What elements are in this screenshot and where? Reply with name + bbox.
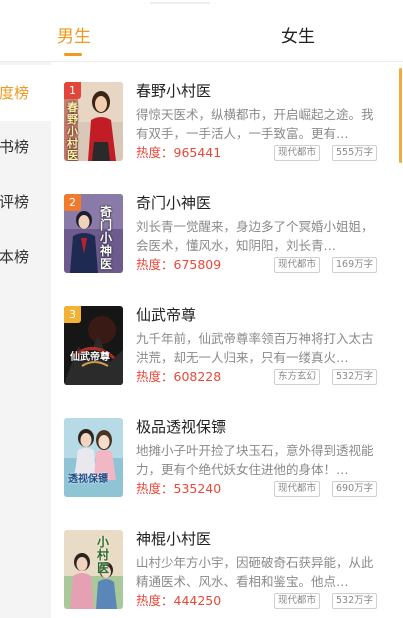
cover-title-text: 透视保镖 xyxy=(68,474,108,485)
cover-title-text: 春野小村医 xyxy=(67,101,78,162)
book-description: 九千年前，仙武帝尊率领百万神将打入太古洪荒，却无一人归来，只有一缕真火… xyxy=(136,331,374,365)
book-cover: 小村医 xyxy=(64,530,123,609)
word-count-tag: 532万字 xyxy=(332,593,378,609)
book-cover: 3 仙武帝尊 xyxy=(64,306,123,385)
genre-tag: 现代都市 xyxy=(274,481,321,497)
sidebar-item-label: 本榜 xyxy=(0,248,29,266)
book-ranking-page: 男生 女生 度榜 书榜 评榜 本榜 1 春野小村医 春野小村医 得惊天医术，纵横… xyxy=(0,0,403,618)
book-description: 得惊天医术，纵横都市，开启崛起之途。我有双手，一手活人，一手致富。更有… xyxy=(136,107,374,141)
book-heat: 热度：965441 xyxy=(136,145,222,160)
book-list-item[interactable]: 2 奇门小神医 奇门小神医 刘长青一觉醒来，身边多了个冥婚小姐姐，会医术，懂风水… xyxy=(51,194,401,309)
word-count-tag: 690万字 xyxy=(332,481,378,497)
book-list-item[interactable]: 透视保镖 极品透视保镖 地摊小子叶开捡了块玉石，意外得到透视能力，更有个绝代妖女… xyxy=(51,418,401,533)
cover-title-text: 奇门小神医 xyxy=(100,205,113,271)
book-description: 地摊小子叶开捡了块玉石，意外得到透视能力，更有个绝代妖女住进他的身体！… xyxy=(136,443,374,477)
word-count-tag: 555万字 xyxy=(332,145,378,161)
book-description: 刘长青一觉醒来，身边多了个冥婚小姐姐，会医术，懂风水，知阴阳，刘长青… xyxy=(136,219,374,253)
cover-title-text: 仙武帝尊 xyxy=(70,352,110,363)
tabs-divider xyxy=(0,61,403,62)
book-list-item[interactable]: 1 春野小村医 春野小村医 得惊天医术，纵横都市，开启崛起之途。我有双手，一手活… xyxy=(51,82,401,197)
sidebar-item-label: 度榜 xyxy=(0,84,29,102)
tab-male[interactable]: 男生 xyxy=(57,26,91,56)
word-count-tag: 532万字 xyxy=(332,369,378,385)
genre-tag: 现代都市 xyxy=(274,257,321,273)
book-list-item[interactable]: 3 仙武帝尊 仙武帝尊 九千年前，仙武帝尊率领百万神将打入太古洪荒，却无一人归来… xyxy=(51,306,401,421)
word-count-tag: 169万字 xyxy=(332,257,378,273)
book-cover: 1 春野小村医 xyxy=(64,82,123,161)
book-heat: 热度：608228 xyxy=(136,369,222,384)
ranking-category-sidebar: 度榜 书榜 评榜 本榜 xyxy=(0,62,51,618)
book-title: 神棍小村医 xyxy=(136,530,212,548)
sidebar-item-completed[interactable]: 本榜 xyxy=(0,229,51,285)
book-description: 山村少年方小宇，因砸破奇石获异能，从此精通医术、风水、看相和鉴宝。他点… xyxy=(136,555,374,589)
book-list-item[interactable]: 小村医 神棍小村医 山村少年方小宇，因砸破奇石获异能，从此精通医术、风水、看相和… xyxy=(51,530,401,618)
rank-badge: 3 xyxy=(64,306,81,323)
sidebar-item-rating[interactable]: 评榜 xyxy=(0,174,51,230)
book-heat: 热度：535240 xyxy=(136,481,222,496)
book-cover: 2 奇门小神医 xyxy=(64,194,123,273)
book-cover: 透视保镖 xyxy=(64,418,123,497)
book-title: 仙武帝尊 xyxy=(136,306,197,324)
book-heat: 热度：675809 xyxy=(136,257,222,272)
book-heat: 热度：444250 xyxy=(136,593,222,608)
sidebar-item-label: 书榜 xyxy=(0,138,29,156)
genre-tag: 东方玄幻 xyxy=(274,369,321,385)
tab-male-underline xyxy=(64,53,82,56)
genre-tag: 现代都市 xyxy=(274,593,321,609)
book-title: 春野小村医 xyxy=(136,82,212,100)
tab-female[interactable]: 女生 xyxy=(281,26,315,56)
cover-title-text: 小村医 xyxy=(97,535,110,575)
genre-tag: 现代都市 xyxy=(274,145,321,161)
book-title: 极品透视保镖 xyxy=(136,418,227,436)
gender-tabs: 男生 女生 xyxy=(0,0,403,62)
sidebar-item-label: 评榜 xyxy=(0,193,29,211)
sidebar-item-popularity[interactable]: 度榜 xyxy=(0,65,51,121)
rank-badge: 2 xyxy=(64,194,81,211)
rank-badge: 1 xyxy=(64,82,81,99)
sidebar-item-new-books[interactable]: 书榜 xyxy=(0,119,51,175)
book-title: 奇门小神医 xyxy=(136,194,212,212)
